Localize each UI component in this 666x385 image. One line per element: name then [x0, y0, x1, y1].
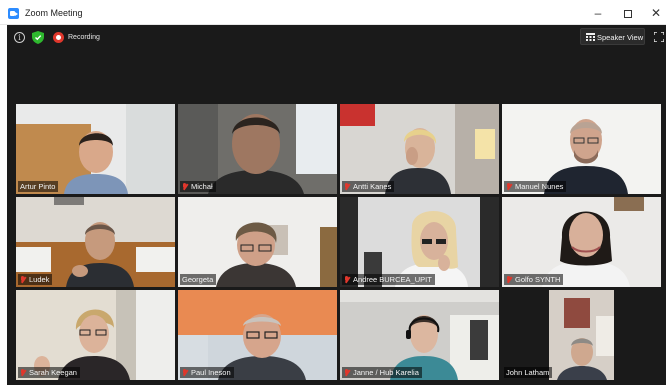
muted-mic-icon [344, 368, 350, 377]
muted-mic-icon [182, 182, 188, 191]
zoom-camera-icon [8, 8, 19, 19]
close-button[interactable]: ✕ [643, 4, 666, 22]
window-title: Zoom Meeting [25, 8, 83, 18]
minimize-button[interactable]: – [585, 4, 611, 22]
participant-name: Sarah Keegan [29, 368, 77, 377]
participant-name-tag: John Latham [504, 367, 553, 378]
participant-name: Michał [191, 182, 213, 191]
participant-name: Paul Ineson [191, 368, 231, 377]
speaker-view-label: Speaker View [597, 33, 644, 42]
participant-name-tag: Janne / Hub Karelia [342, 367, 422, 378]
participant-name: Ludek [29, 275, 50, 284]
maximize-icon [624, 9, 632, 18]
muted-mic-icon [20, 275, 26, 284]
muted-mic-icon [344, 182, 350, 191]
muted-mic-icon [20, 368, 26, 377]
participant-name: Janne / Hub Karelia [353, 368, 419, 377]
participant-name: Manuel Nunes [515, 182, 564, 191]
participant-name-tag: Andree BURCEA_UPIT [342, 274, 435, 285]
video-tile[interactable]: Ludek [16, 197, 175, 287]
video-tile[interactable]: Manuel Nunes [502, 104, 661, 194]
muted-mic-icon [182, 368, 188, 377]
video-tile[interactable]: Golfo SYNTH [502, 197, 661, 287]
participant-name: Andree BURCEA_UPIT [353, 275, 432, 284]
participant-name: Golfo SYNTH [515, 275, 561, 284]
video-tile-active-speaker[interactable]: Georgeta [178, 197, 337, 287]
participant-name-tag: Sarah Keegan [18, 367, 80, 378]
meeting-info-icon[interactable]: i [14, 32, 25, 43]
video-tile[interactable]: Paul Ineson [178, 290, 337, 380]
muted-mic-icon [344, 275, 350, 284]
speaker-view-button[interactable]: Speaker View [580, 28, 645, 45]
participant-name: Artur Pinto [20, 182, 56, 191]
video-tile[interactable]: Janne / Hub Karelia [340, 290, 499, 380]
participant-name: Georgeta [182, 275, 214, 284]
video-tile[interactable]: Sarah Keegan [16, 290, 175, 380]
participant-name-tag: Golfo SYNTH [504, 274, 564, 285]
video-tile[interactable]: Andree BURCEA_UPIT [340, 197, 499, 287]
participant-name-tag: Ludek [18, 274, 53, 285]
participant-name-tag: Antti Kanes [342, 181, 395, 192]
muted-mic-icon [506, 275, 512, 284]
window-titlebar: Zoom Meeting – ✕ [0, 0, 666, 25]
shield-icon[interactable] [32, 31, 44, 44]
participant-name-tag: Georgeta [180, 274, 217, 285]
participant-name-tag: Artur Pinto [18, 181, 59, 192]
grid-view-icon [586, 33, 595, 41]
recording-label: Recording [68, 34, 100, 41]
participant-name: John Latham [506, 368, 550, 377]
participant-name-tag: Manuel Nunes [504, 181, 567, 192]
video-tile[interactable]: Artur Pinto [16, 104, 175, 194]
muted-mic-icon [506, 182, 512, 191]
video-tile[interactable]: Antti Kanes [340, 104, 499, 194]
meeting-area: i Recording Speaker View Artur Pinto Mic… [7, 25, 666, 385]
maximize-button[interactable] [615, 4, 641, 22]
fullscreen-icon[interactable] [654, 32, 664, 42]
video-tile[interactable]: Michał [178, 104, 337, 194]
video-tile[interactable]: John Latham [502, 290, 661, 380]
recording-icon[interactable] [53, 32, 64, 43]
participant-name-tag: Michał [180, 181, 216, 192]
participant-name-tag: Paul Ineson [180, 367, 234, 378]
participant-name: Antti Kanes [353, 182, 392, 191]
